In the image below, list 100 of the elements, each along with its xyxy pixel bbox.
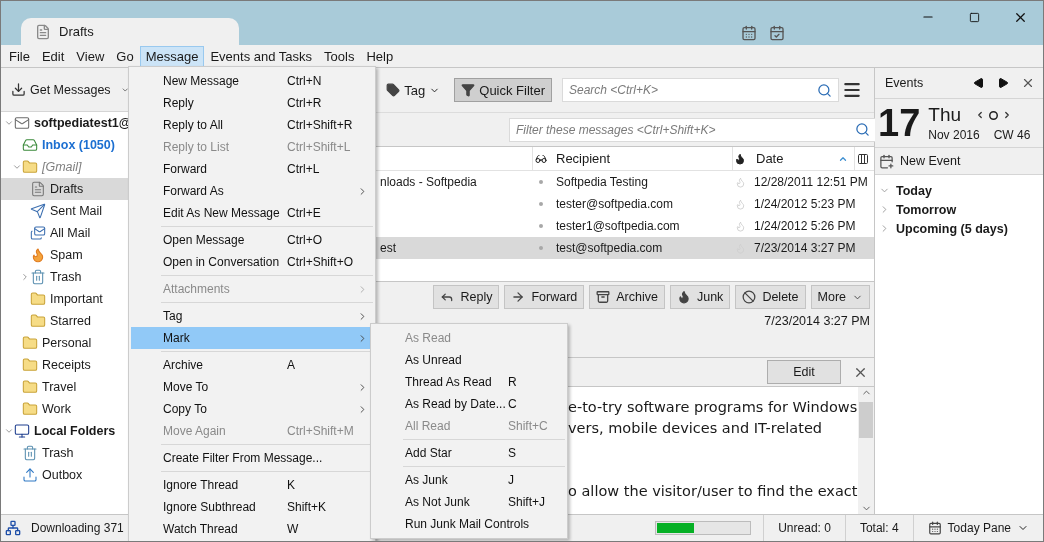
tab[interactable]: Drafts [21, 18, 239, 45]
menu-item[interactable]: As Junk J [373, 469, 565, 491]
new-event-button[interactable]: New Event [875, 147, 1043, 175]
menu-bar-item[interactable]: Edit [35, 45, 71, 67]
dot-icon [539, 246, 543, 250]
prohibited-icon [742, 290, 757, 304]
forward-button[interactable]: Forward [504, 285, 585, 309]
quick-filter-button[interactable]: Quick Filter [454, 78, 552, 102]
calendar-icon[interactable] [741, 25, 757, 41]
event-group[interactable]: Upcoming (5 days) [875, 219, 1043, 238]
reply-icon [440, 290, 455, 304]
menu-bar-item[interactable]: View [70, 45, 111, 67]
menu-item[interactable]: Watch Thread W [131, 518, 373, 540]
menu-item[interactable]: As Unread [373, 349, 565, 371]
folder-item[interactable]: Trash [1, 266, 129, 288]
folder-item[interactable]: All Mail [1, 222, 129, 244]
menu-item[interactable]: Forward As [131, 180, 373, 202]
menu-item[interactable]: Ignore Thread K [131, 474, 373, 496]
envelope-icon [14, 115, 30, 131]
menu-bar-item[interactable]: Message [139, 45, 205, 67]
message-text: o allow the visitor/user to find the exact [568, 482, 858, 501]
glasses-icon[interactable] [535, 152, 547, 165]
menu-item[interactable]: Mark [131, 327, 373, 349]
flame-icon[interactable] [734, 152, 746, 165]
menu-item[interactable]: Thread As Read R [373, 371, 565, 393]
archive-button[interactable]: Archive [589, 285, 665, 309]
menu-item[interactable]: Edit As New Message Ctrl+E [131, 202, 373, 224]
search-field[interactable]: Search <Ctrl+K> [562, 78, 839, 102]
scrollbar[interactable] [858, 387, 874, 514]
network-icon [5, 520, 21, 536]
event-group[interactable]: Today [875, 181, 1043, 200]
menu-item[interactable]: Run Junk Mail Controls [373, 513, 565, 535]
menu-bar-item[interactable]: Go [110, 45, 140, 67]
reply-button[interactable]: Reply [433, 285, 500, 309]
menu-item[interactable]: Add Star S [373, 442, 565, 464]
menu-item[interactable]: Archive A [131, 354, 373, 376]
arrow-icon [511, 290, 526, 304]
folder-icon [22, 379, 38, 395]
folder-item[interactable]: Inbox (1050) [1, 134, 129, 156]
menu-bar-item[interactable]: Tools [318, 45, 361, 67]
menu-item[interactable]: As Read by Date... C [373, 393, 565, 415]
menu-item[interactable]: Forward Ctrl+L [131, 158, 373, 180]
folder-item[interactable]: [Gmail] [1, 156, 129, 178]
event-group[interactable]: Tomorrow [875, 200, 1043, 219]
menu-item[interactable]: Move To [131, 376, 373, 398]
menu-bar-item[interactable]: Help [360, 45, 400, 67]
folder-item[interactable]: Local Folders [1, 420, 129, 442]
folder-item[interactable]: Drafts [1, 178, 129, 200]
junk-button[interactable]: Junk [669, 285, 731, 309]
menu-icon[interactable] [842, 80, 862, 100]
folder-item[interactable]: Sent Mail [1, 200, 129, 222]
folder-item[interactable]: Spam [1, 244, 129, 266]
total-count: Total: 4 [844, 515, 913, 541]
folder-item[interactable]: Work [1, 398, 129, 420]
month-year: Nov 2016 [928, 128, 980, 142]
today-icon[interactable] [989, 110, 999, 120]
column-header[interactable]: Recipient [548, 147, 733, 170]
folder-item[interactable]: Starred [1, 310, 129, 332]
folder-item[interactable]: Important [1, 288, 129, 310]
column-header[interactable]: Date [748, 147, 855, 170]
menu-item[interactable]: New Message Ctrl+N [131, 70, 373, 92]
menu-item[interactable]: As Not Junk Shift+J [373, 491, 565, 513]
close-icon[interactable] [1021, 76, 1035, 90]
day-number: 17 [878, 104, 921, 142]
unread-count: Unread: 0 [763, 515, 845, 541]
previous-icon[interactable] [973, 77, 985, 89]
column-picker-icon[interactable] [857, 152, 869, 165]
document-icon [30, 181, 46, 197]
task-icon[interactable] [769, 25, 785, 41]
delete-button[interactable]: Delete [735, 285, 806, 309]
filter-field[interactable]: Filter these messages <Ctrl+Shift+K> [509, 117, 877, 142]
menu-item[interactable]: Ignore Subthread Shift+K [131, 496, 373, 518]
today-pane-button[interactable]: Today Pane [912, 515, 1043, 541]
folder-item[interactable]: Receipts [1, 354, 129, 376]
calendar-icon [927, 521, 942, 535]
weekday: Thu [928, 104, 962, 126]
menu-bar-item[interactable]: File [3, 45, 36, 67]
folder-item[interactable]: Trash [1, 442, 129, 464]
menu-bar-item[interactable]: Events and Tasks [204, 45, 319, 67]
flame-icon [735, 220, 746, 232]
send-icon [30, 203, 46, 219]
flame-icon [676, 290, 691, 304]
folder-item[interactable]: Travel [1, 376, 129, 398]
menu-item[interactable]: Create Filter From Message... [131, 447, 373, 469]
filter-icon [461, 83, 476, 97]
folder-item[interactable]: Personal [1, 332, 129, 354]
folder-icon [22, 357, 38, 373]
menu-item[interactable]: Copy To [131, 398, 373, 420]
monitor-icon [14, 423, 30, 439]
menu-item[interactable]: Reply to All Ctrl+Shift+R [131, 114, 373, 136]
more-button[interactable]: More [810, 285, 870, 309]
edit-button[interactable]: Edit [767, 360, 841, 384]
maximize-icon[interactable] [968, 11, 980, 23]
menu-item[interactable]: Reply Ctrl+R [131, 92, 373, 114]
trash-icon [30, 269, 46, 285]
tag-button[interactable]: Tag [382, 78, 445, 102]
next-icon[interactable] [997, 77, 1009, 89]
menu-item[interactable]: Tag [131, 305, 373, 327]
flame-icon [735, 198, 746, 210]
folder-item[interactable]: Outbox [1, 464, 129, 486]
